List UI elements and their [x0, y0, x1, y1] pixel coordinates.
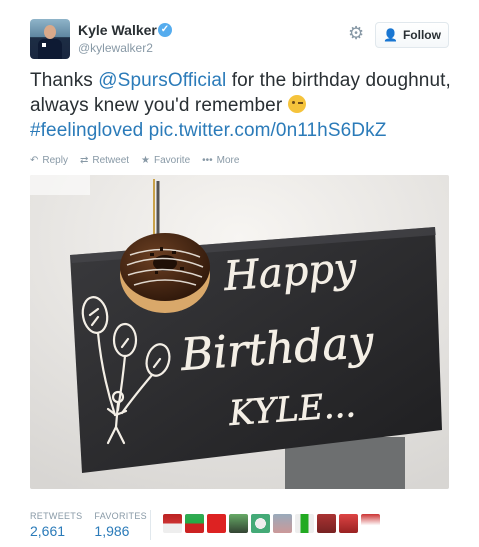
reply-label: Reply [42, 155, 68, 166]
retweet-action[interactable]: ⇄ Retweet [80, 155, 129, 166]
retweets-count: 2,661 [30, 523, 66, 539]
add-user-icon: 👤 [383, 28, 398, 42]
retweet-label: Retweet [92, 155, 130, 166]
more-action[interactable]: ••• More [202, 155, 239, 166]
more-dots-icon: ••• [202, 155, 213, 166]
retweets-stat[interactable]: RETWEETS 2,661 [30, 511, 82, 539]
gear-icon[interactable]: ⚙ [348, 24, 366, 42]
tweet-actions: ↶ Reply ⇄ Retweet ★ Favorite ••• More [30, 155, 239, 166]
favoriter-avatar[interactable] [251, 514, 270, 533]
reply-icon: ↶ [30, 155, 39, 166]
mention-link[interactable]: @SpursOfficial [98, 70, 226, 91]
favoriter-avatar[interactable] [163, 514, 182, 533]
tweet-card: Kyle Walker ✓ @kylewalker2 ⚙ 👤 Follow Th… [0, 0, 479, 547]
favoriter-avatar[interactable] [207, 514, 226, 533]
favorite-action[interactable]: ★ Favorite [141, 155, 190, 166]
tweet-text-start: Thanks [30, 70, 99, 91]
pic-link[interactable]: pic.twitter.com/0n11hS6DkZ [149, 120, 387, 141]
hashtag-link[interactable]: #feelingloved [30, 120, 143, 141]
birthday-doughnut-image: Happy Birthday KYLE... [30, 175, 449, 489]
favoriter-avatar[interactable] [295, 514, 314, 533]
star-icon: ★ [141, 155, 151, 166]
tweet-photo[interactable]: Happy Birthday KYLE... [30, 175, 449, 489]
author-handle[interactable]: @kylewalker2 [78, 41, 153, 55]
tweet-text: Thanks @SpursOfficial for the birthday d… [30, 68, 460, 143]
winking-face-icon [287, 95, 306, 113]
verified-badge-icon: ✓ [158, 23, 172, 37]
avatar[interactable] [30, 19, 70, 59]
favoriter-avatar[interactable] [317, 514, 336, 533]
board-line-1: Happy [221, 245, 359, 300]
favoriter-avatar[interactable] [361, 514, 380, 533]
follow-button[interactable]: 👤 Follow [375, 22, 449, 48]
favorites-count: 1,986 [94, 523, 130, 539]
favoriter-avatar[interactable] [339, 514, 358, 533]
follow-label: Follow [402, 28, 441, 42]
reply-action[interactable]: ↶ Reply [30, 155, 68, 166]
author-name[interactable]: Kyle Walker [78, 22, 157, 38]
stats-divider [150, 510, 151, 540]
favorite-label: Favorite [154, 155, 191, 166]
favorites-stat[interactable]: FAVORITES 1,986 [94, 511, 147, 539]
retweets-label: RETWEETS [30, 511, 83, 521]
favoriter-avatar[interactable] [229, 514, 248, 533]
tweet-stats: RETWEETS 2,661 FAVORITES 1,986 [30, 511, 147, 539]
more-label: More [216, 155, 240, 166]
favorites-label: FAVORITES [94, 511, 147, 521]
favoriter-avatar[interactable] [273, 514, 292, 533]
retweet-icon: ⇄ [79, 155, 89, 166]
favoriter-avatar[interactable] [185, 514, 204, 533]
favoriter-avatars [163, 514, 380, 533]
